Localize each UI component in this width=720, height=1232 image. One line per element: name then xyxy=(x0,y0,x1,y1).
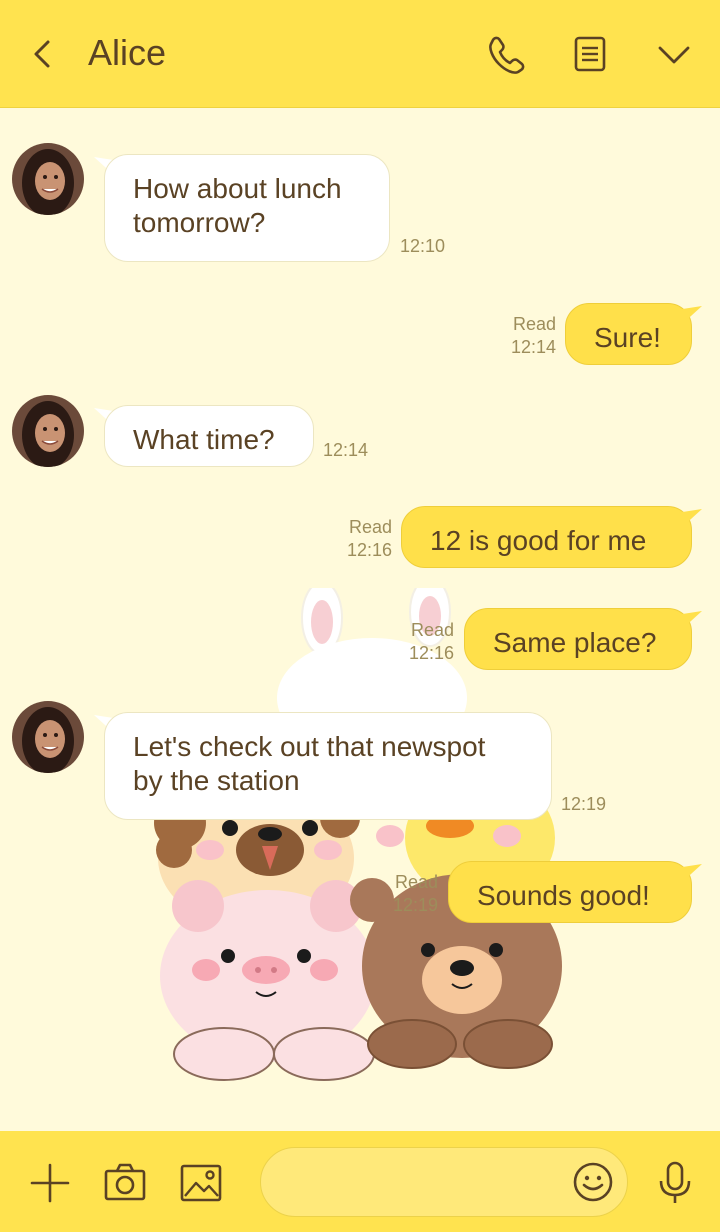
phone-icon[interactable] xyxy=(484,30,528,78)
message-text: Same place? xyxy=(493,627,657,658)
message-bubble-incoming[interactable]: How about lunch tomorrow? xyxy=(104,154,390,262)
message-bubble-incoming[interactable]: Let's check out that newspot by the stat… xyxy=(104,712,552,820)
chat-header: Alice xyxy=(0,0,720,108)
message-text: How about lunch xyxy=(133,173,342,204)
chat-title[interactable]: Alice xyxy=(88,32,166,74)
chevron-down-icon[interactable] xyxy=(652,30,696,78)
message-text: Let's check out that newspot xyxy=(133,731,486,762)
message-time: 12:14 xyxy=(510,337,556,357)
bubble-tail xyxy=(676,306,702,326)
avatar-photo xyxy=(12,701,84,773)
message-time: 12:16 xyxy=(408,643,454,663)
message-bubble-outgoing[interactable]: Sure! xyxy=(565,303,692,365)
message-text: tomorrow? xyxy=(133,207,266,238)
microphone-icon[interactable] xyxy=(653,1161,697,1205)
message-meta: Read 12:16 xyxy=(398,619,454,665)
avatar-photo xyxy=(12,143,84,215)
emoji-icon[interactable] xyxy=(571,1160,615,1204)
message-meta: Read 12:16 xyxy=(336,516,392,562)
message-bubble-incoming[interactable]: What time? xyxy=(104,405,314,467)
message-bubble-outgoing[interactable]: Same place? xyxy=(464,608,692,670)
message-text: 12 is good for me xyxy=(430,525,647,556)
image-icon[interactable] xyxy=(179,1161,223,1205)
camera-icon[interactable] xyxy=(103,1161,147,1205)
read-receipt: Read xyxy=(512,314,556,334)
avatar[interactable] xyxy=(12,701,84,773)
avatar[interactable] xyxy=(12,395,84,467)
read-receipt: Read xyxy=(348,517,392,537)
message-time: 12:19 xyxy=(561,794,607,814)
chat-area[interactable]: How about lunch tomorrow? 12:10 Sure! Re… xyxy=(0,108,720,1131)
message-time: 12:19 xyxy=(392,895,438,915)
read-receipt: Read xyxy=(410,620,454,640)
avatar-photo xyxy=(12,395,84,467)
composer-bar xyxy=(0,1131,720,1232)
message-meta: Read 12:19 xyxy=(382,871,438,917)
plus-icon[interactable] xyxy=(28,1161,72,1205)
back-icon[interactable] xyxy=(26,36,58,72)
bubble-tail xyxy=(676,864,702,884)
notes-icon[interactable] xyxy=(568,30,612,78)
message-bubble-outgoing[interactable]: 12 is good for me xyxy=(401,506,692,568)
message-bubble-outgoing[interactable]: Sounds good! xyxy=(448,861,692,923)
message-time: 12:14 xyxy=(323,440,369,460)
message-text: by the station xyxy=(133,765,300,796)
message-time: 12:16 xyxy=(346,540,392,560)
message-input[interactable] xyxy=(285,1162,569,1204)
message-text: What time? xyxy=(133,424,275,455)
message-input-wrapper xyxy=(260,1147,628,1217)
message-meta: Read 12:14 xyxy=(500,313,556,359)
bubble-tail xyxy=(676,509,702,529)
message-text: Sure! xyxy=(594,322,661,353)
bubble-tail xyxy=(676,611,702,631)
message-text: Sounds good! xyxy=(477,880,650,911)
read-receipt: Read xyxy=(394,872,438,892)
message-time: 12:10 xyxy=(400,236,446,256)
avatar[interactable] xyxy=(12,143,84,215)
